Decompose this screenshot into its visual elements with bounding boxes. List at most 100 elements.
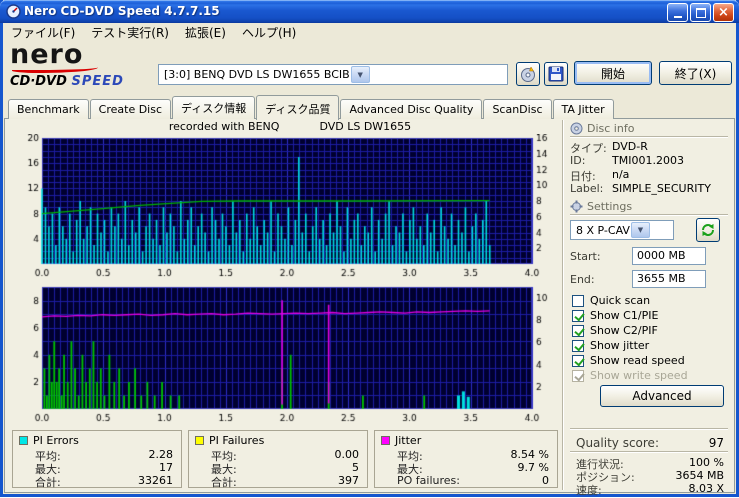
- checkbox-show-c1-pie[interactable]: Show C1/PIE: [572, 309, 658, 322]
- save-button[interactable]: [544, 62, 568, 86]
- quality-score-value: 97: [708, 436, 724, 450]
- menu-run-test[interactable]: テスト実行(R): [83, 22, 177, 43]
- tab-advanced-disc-quality[interactable]: Advanced Disc Quality: [340, 99, 483, 119]
- stat-value: 8.54 %: [510, 448, 549, 461]
- start-field[interactable]: 0000 MB: [632, 247, 706, 265]
- advanced-button[interactable]: Advanced: [600, 385, 724, 407]
- stat-value: 2.28: [148, 448, 174, 461]
- pi-errors-chart: [12, 134, 558, 280]
- disc-date-value: n/a: [612, 168, 630, 181]
- burn-button[interactable]: [516, 62, 540, 86]
- chart-title: recorded with BENQ DVD LS DW1655: [30, 120, 550, 133]
- checkbox-show-read-speed[interactable]: Show read speed: [572, 354, 685, 367]
- stat-value: 17: [159, 461, 173, 474]
- stat-value: 5: [352, 461, 359, 474]
- minimize-button[interactable]: [667, 3, 688, 22]
- pif-jitter-chart: [12, 283, 558, 425]
- stat-value: 33261: [138, 474, 173, 487]
- checkbox-show-c2-pif[interactable]: Show C2/PIF: [572, 324, 658, 337]
- stat-box-pi-errors: PI Errors 平均: 2.28 最大: 17 合計: 33261: [12, 430, 182, 489]
- tab-scandisc[interactable]: ScanDisc: [483, 99, 552, 119]
- save-floppy-icon: [548, 66, 564, 82]
- quality-separator-bottom: [570, 451, 728, 453]
- checkbox-show-jitter[interactable]: Show jitter: [572, 339, 649, 352]
- tab-disc-info[interactable]: ディスク情報: [172, 96, 256, 119]
- settings-header: Settings: [570, 200, 632, 213]
- exit-button-label: 終了(X): [674, 66, 717, 81]
- stat-label: 合計:: [35, 476, 61, 489]
- panel-divider: [562, 120, 564, 490]
- speed-select[interactable]: 8 X P-CAV ▼: [570, 220, 674, 240]
- start-button[interactable]: 開始: [574, 61, 652, 85]
- logo-speed-text: SPEED: [71, 74, 124, 89]
- chevron-down-icon[interactable]: ▼: [630, 222, 650, 238]
- disc-label-label: Label:: [570, 182, 604, 195]
- chevron-down-icon[interactable]: ▼: [350, 66, 370, 83]
- refresh-button[interactable]: [696, 218, 720, 242]
- nero-logo-text: nero: [10, 39, 84, 70]
- speed-select-value: 8 X P-CAV: [576, 223, 630, 237]
- checkbox-icon: [572, 309, 585, 322]
- menu-help[interactable]: ヘルプ(H): [234, 22, 304, 43]
- end-field-label: End:: [570, 273, 595, 286]
- pi-failures-title: PI Failures: [209, 434, 265, 447]
- tab-benchmark[interactable]: Benchmark: [8, 99, 89, 119]
- progress-value: 100 %: [689, 456, 724, 469]
- maximize-button[interactable]: [690, 3, 711, 22]
- minimize-icon: [673, 16, 682, 18]
- close-icon: ×: [718, 5, 729, 20]
- disc-info-separator: [570, 136, 728, 138]
- title-bar[interactable]: Nero CD-DVD Speed 4.7.7.15 ×: [0, 0, 739, 23]
- start-button-label: 開始: [600, 66, 625, 81]
- end-field[interactable]: 3655 MB: [632, 270, 706, 288]
- disc-info-header-label: Disc info: [587, 122, 635, 135]
- pi-errors-legend-swatch: [19, 436, 28, 445]
- tab-ta-jitter[interactable]: TA Jitter: [552, 99, 614, 119]
- checkbox-icon: [572, 369, 585, 382]
- checkbox-icon: [572, 339, 585, 352]
- disc-info-header: Disc info: [570, 122, 634, 135]
- stat-box-pi-failures: PI Failures 平均: 0.00 最大: 5 合計: 397: [188, 430, 368, 489]
- tab-create-disc[interactable]: Create Disc: [89, 99, 172, 119]
- stat-box-jitter: Jitter 平均: 8.54 % 最大: 9.7 % PO failures:…: [374, 430, 558, 488]
- speed-label: 速度:: [576, 484, 602, 497]
- window-title: Nero CD-DVD Speed 4.7.7.15: [24, 4, 220, 18]
- refresh-icon: [702, 224, 714, 236]
- disc-label-value: SIMPLE_SECURITY: [612, 182, 711, 195]
- stat-value: 0.00: [334, 448, 360, 461]
- maximize-icon: [695, 8, 706, 18]
- stat-value: 0: [542, 474, 549, 487]
- burn-disc-icon: [520, 65, 535, 82]
- stat-value: 9.7 %: [517, 461, 549, 474]
- checkbox-quick-scan[interactable]: Quick scan: [572, 294, 650, 307]
- disc-type-value: DVD-R: [612, 140, 648, 153]
- checkbox-icon: [572, 354, 585, 367]
- settings-separator: [570, 214, 728, 216]
- disc-icon: [570, 122, 583, 135]
- pi-errors-title: PI Errors: [33, 434, 79, 447]
- position-value: 3654 MB: [675, 469, 724, 482]
- chart-title-left: recorded with BENQ: [168, 120, 280, 133]
- disc-id-value: TMI001.2003: [612, 154, 684, 167]
- drive-select[interactable]: [3:0] BENQ DVD LS DW1655 BCIB ▼: [158, 64, 508, 85]
- checkbox-show-write-speed: Show write speed: [572, 369, 688, 382]
- quality-separator-top: [570, 428, 728, 430]
- stat-value: 397: [338, 474, 359, 487]
- jitter-legend-swatch: [381, 436, 390, 445]
- nero-logo: nero CD·DVD SPEED: [10, 39, 150, 89]
- tab-disc-quality[interactable]: ディスク品質: [256, 95, 340, 120]
- drive-select-value: [3:0] BENQ DVD LS DW1655 BCIB: [164, 68, 350, 81]
- advanced-button-label: Advanced: [632, 389, 692, 403]
- menu-extra[interactable]: 拡張(E): [177, 22, 234, 43]
- nero-cd-dvd-speed-window: { "window": { "title": "Nero CD-DVD Spee…: [0, 0, 739, 497]
- logo-cddvd-text: CD·DVD: [10, 74, 67, 89]
- chart-title-right: DVD LS DW1655: [319, 120, 412, 133]
- settings-header-label: Settings: [587, 200, 633, 213]
- close-button[interactable]: ×: [713, 3, 734, 22]
- checkbox-icon: [572, 324, 585, 337]
- jitter-title: Jitter: [395, 434, 422, 447]
- quality-score-label: Quality score:: [576, 436, 659, 450]
- stat-label: 合計:: [211, 476, 237, 489]
- exit-button[interactable]: 終了(X): [659, 61, 732, 85]
- app-speedometer-icon: [6, 4, 21, 19]
